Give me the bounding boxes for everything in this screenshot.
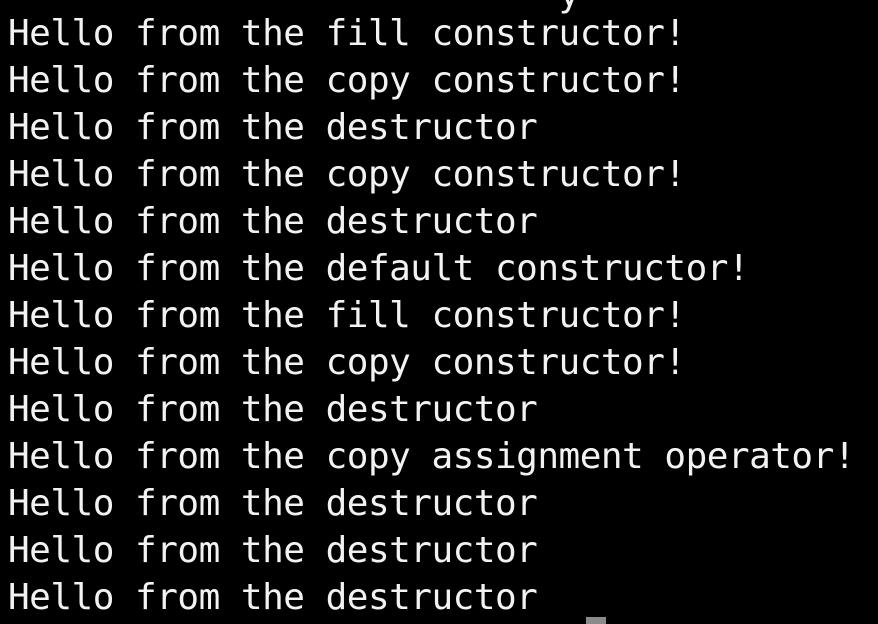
output-line-11: Hello from the destructor — [8, 483, 538, 524]
output-line-1: Hello from the fill constructor! — [8, 13, 686, 54]
output-line-9: Hello from the destructor — [8, 389, 538, 430]
output-line-8: Hello from the copy constructor! — [8, 342, 686, 383]
output-line-6: Hello from the default constructor! — [8, 248, 750, 289]
terminal-output: Hello from the fill constructor! Hello f… — [8, 10, 855, 621]
terminal-window[interactable]: y Hello from the fill constructor! Hello… — [0, 0, 878, 624]
output-line-7: Hello from the fill constructor! — [8, 295, 686, 336]
output-line-5: Hello from the destructor — [8, 201, 538, 242]
output-line-10: Hello from the copy assignment operator! — [8, 436, 855, 477]
output-line-4: Hello from the copy constructor! — [8, 154, 686, 195]
terminal-cursor — [586, 617, 606, 624]
output-line-12: Hello from the destructor — [8, 530, 538, 571]
output-line-2: Hello from the copy constructor! — [8, 60, 686, 101]
output-line-3: Hello from the destructor — [8, 107, 538, 148]
output-line-13: Hello from the destructor — [8, 577, 538, 618]
